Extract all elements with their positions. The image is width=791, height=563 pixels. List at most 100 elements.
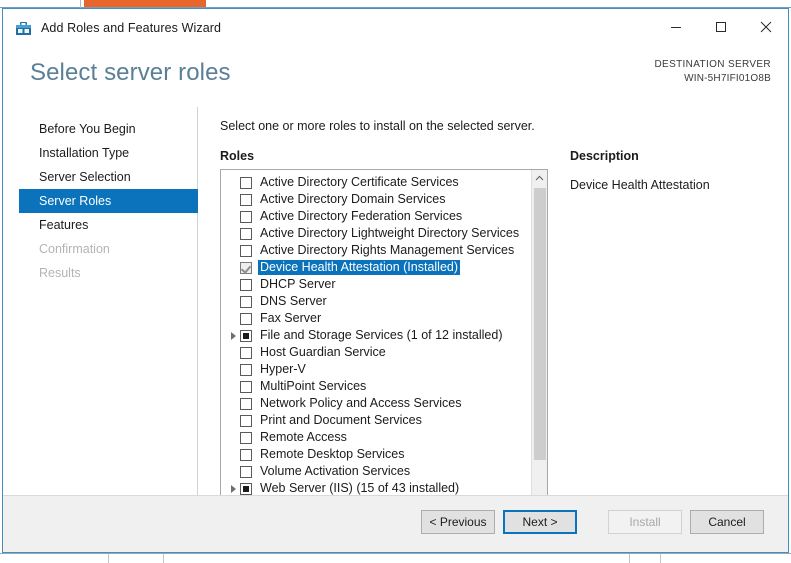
close-icon — [760, 21, 771, 33]
role-label: Active Directory Certificate Services — [260, 175, 459, 189]
chevron-right-icon — [230, 484, 236, 493]
expander-spacer — [226, 311, 240, 327]
add-roles-wizard-window: Add Roles and Features Wizard Select ser… — [2, 8, 789, 553]
role-list-item[interactable]: DHCP Server — [221, 276, 531, 293]
instruction-text: Select one or more roles to install on t… — [220, 119, 535, 133]
role-checkbox[interactable] — [240, 176, 252, 189]
expander-spacer — [226, 175, 240, 191]
minimize-button[interactable] — [653, 9, 698, 45]
role-checkbox[interactable] — [240, 312, 252, 325]
role-label: Active Directory Rights Management Servi… — [260, 243, 515, 257]
role-list-item[interactable]: Host Guardian Service — [221, 344, 531, 361]
role-label: Hyper-V — [260, 362, 306, 376]
roles-listbox[interactable]: Active Directory Certificate Services Act… — [220, 169, 548, 527]
role-checkbox[interactable] — [240, 380, 252, 393]
taskbar-tick — [108, 554, 109, 563]
description-section-label: Description — [570, 149, 639, 163]
role-list-item[interactable]: Hyper-V — [221, 361, 531, 378]
role-label: Remote Access — [260, 430, 347, 444]
role-label: File and Storage Services (1 of 12 insta… — [260, 328, 503, 342]
role-checkbox[interactable] — [240, 397, 252, 410]
role-checkbox[interactable] — [240, 278, 252, 291]
taskbar-tick — [163, 554, 164, 563]
roles-scrollbar[interactable] — [531, 170, 547, 526]
background-window-tab — [84, 0, 206, 7]
role-checkbox[interactable] — [240, 363, 252, 376]
role-checkbox[interactable] — [240, 414, 252, 427]
wizard-footer: < Previous Next > Install Cancel — [3, 495, 788, 552]
role-checkbox[interactable] — [240, 448, 252, 461]
sidebar-item-before-you-begin[interactable]: Before You Begin — [3, 117, 197, 141]
roles-list: Active Directory Certificate Services Act… — [221, 170, 531, 526]
role-checkbox[interactable] — [240, 227, 252, 240]
role-label: DHCP Server — [260, 277, 336, 291]
role-checkbox[interactable] — [240, 431, 252, 444]
content-pane: Select one or more roles to install on t… — [198, 107, 788, 527]
chevron-right-icon — [230, 331, 236, 340]
role-list-item[interactable]: Network Policy and Access Services — [221, 395, 531, 412]
expand-triangle-icon[interactable] — [226, 328, 240, 344]
previous-button[interactable]: < Previous — [421, 510, 495, 534]
role-list-item[interactable]: Active Directory Lightweight Directory S… — [221, 225, 531, 242]
role-list-item[interactable]: Print and Document Services — [221, 412, 531, 429]
role-list-item[interactable]: Volume Activation Services — [221, 463, 531, 480]
expander-spacer — [226, 260, 240, 276]
taskbar-tick — [629, 554, 630, 563]
role-label: Volume Activation Services — [260, 464, 411, 478]
role-label: Network Policy and Access Services — [260, 396, 462, 410]
role-checkbox[interactable] — [240, 482, 252, 495]
role-label: Web Server (IIS) (15 of 43 installed) — [260, 481, 460, 495]
role-list-item[interactable]: Active Directory Rights Management Servi… — [221, 242, 531, 259]
role-list-item[interactable]: Remote Access — [221, 429, 531, 446]
role-list-item[interactable]: File and Storage Services (1 of 12 insta… — [221, 327, 531, 344]
role-label: Print and Document Services — [260, 413, 422, 427]
role-checkbox[interactable] — [240, 346, 252, 359]
role-checkbox[interactable] — [240, 193, 252, 206]
sidebar-item-server-selection[interactable]: Server Selection — [3, 165, 197, 189]
chevron-up-icon — [535, 175, 544, 181]
expander-spacer — [226, 243, 240, 259]
role-list-item[interactable]: Remote Desktop Services — [221, 446, 531, 463]
sidebar-item-server-roles[interactable]: Server Roles — [19, 189, 198, 213]
role-list-item[interactable]: Device Health Attestation (Installed) — [221, 259, 531, 276]
expander-spacer — [226, 277, 240, 293]
next-button[interactable]: Next > — [503, 510, 577, 534]
sidebar-item-confirmation: Confirmation — [39, 242, 110, 256]
wizard-toolbox-icon — [15, 20, 32, 37]
role-label: Host Guardian Service — [260, 345, 386, 359]
role-list-item[interactable]: Active Directory Certificate Services — [221, 174, 531, 191]
role-checkbox[interactable] — [240, 329, 252, 342]
background-window-strip — [0, 0, 791, 8]
role-list-item[interactable]: DNS Server — [221, 293, 531, 310]
wizard-body: Before You Begin Installation Type Serve… — [3, 107, 788, 527]
role-checkbox[interactable] — [240, 244, 252, 257]
close-button[interactable] — [743, 9, 788, 45]
expander-spacer — [226, 430, 240, 446]
role-list-item[interactable]: MultiPoint Services — [221, 378, 531, 395]
expander-spacer — [226, 379, 240, 395]
scrollbar-up-button[interactable] — [532, 170, 547, 186]
expander-spacer — [226, 464, 240, 480]
expander-spacer — [226, 226, 240, 242]
maximize-button[interactable] — [698, 9, 743, 45]
role-label: Active Directory Federation Services — [260, 209, 463, 223]
sidebar-item-features[interactable]: Features — [3, 213, 197, 237]
maximize-icon — [715, 22, 726, 32]
scrollbar-thumb[interactable] — [534, 188, 546, 460]
role-checkbox[interactable] — [240, 261, 252, 274]
sidebar-item-installation-type[interactable]: Installation Type — [3, 141, 197, 165]
role-checkbox[interactable] — [240, 465, 252, 478]
window-title: Add Roles and Features Wizard — [41, 21, 222, 35]
role-checkbox[interactable] — [240, 295, 252, 308]
role-checkbox[interactable] — [240, 210, 252, 223]
expander-spacer — [226, 192, 240, 208]
role-list-item[interactable]: Active Directory Domain Services — [221, 191, 531, 208]
role-list-item[interactable]: Active Directory Federation Services — [221, 208, 531, 225]
role-list-item[interactable]: Fax Server — [221, 310, 531, 327]
expander-spacer — [226, 345, 240, 361]
role-label: Active Directory Domain Services — [260, 192, 446, 206]
taskbar-strip — [0, 553, 791, 563]
role-label: Fax Server — [260, 311, 322, 325]
cancel-button[interactable]: Cancel — [690, 510, 764, 534]
wizard-navigation-sidebar: Before You Begin Installation Type Serve… — [3, 107, 198, 495]
